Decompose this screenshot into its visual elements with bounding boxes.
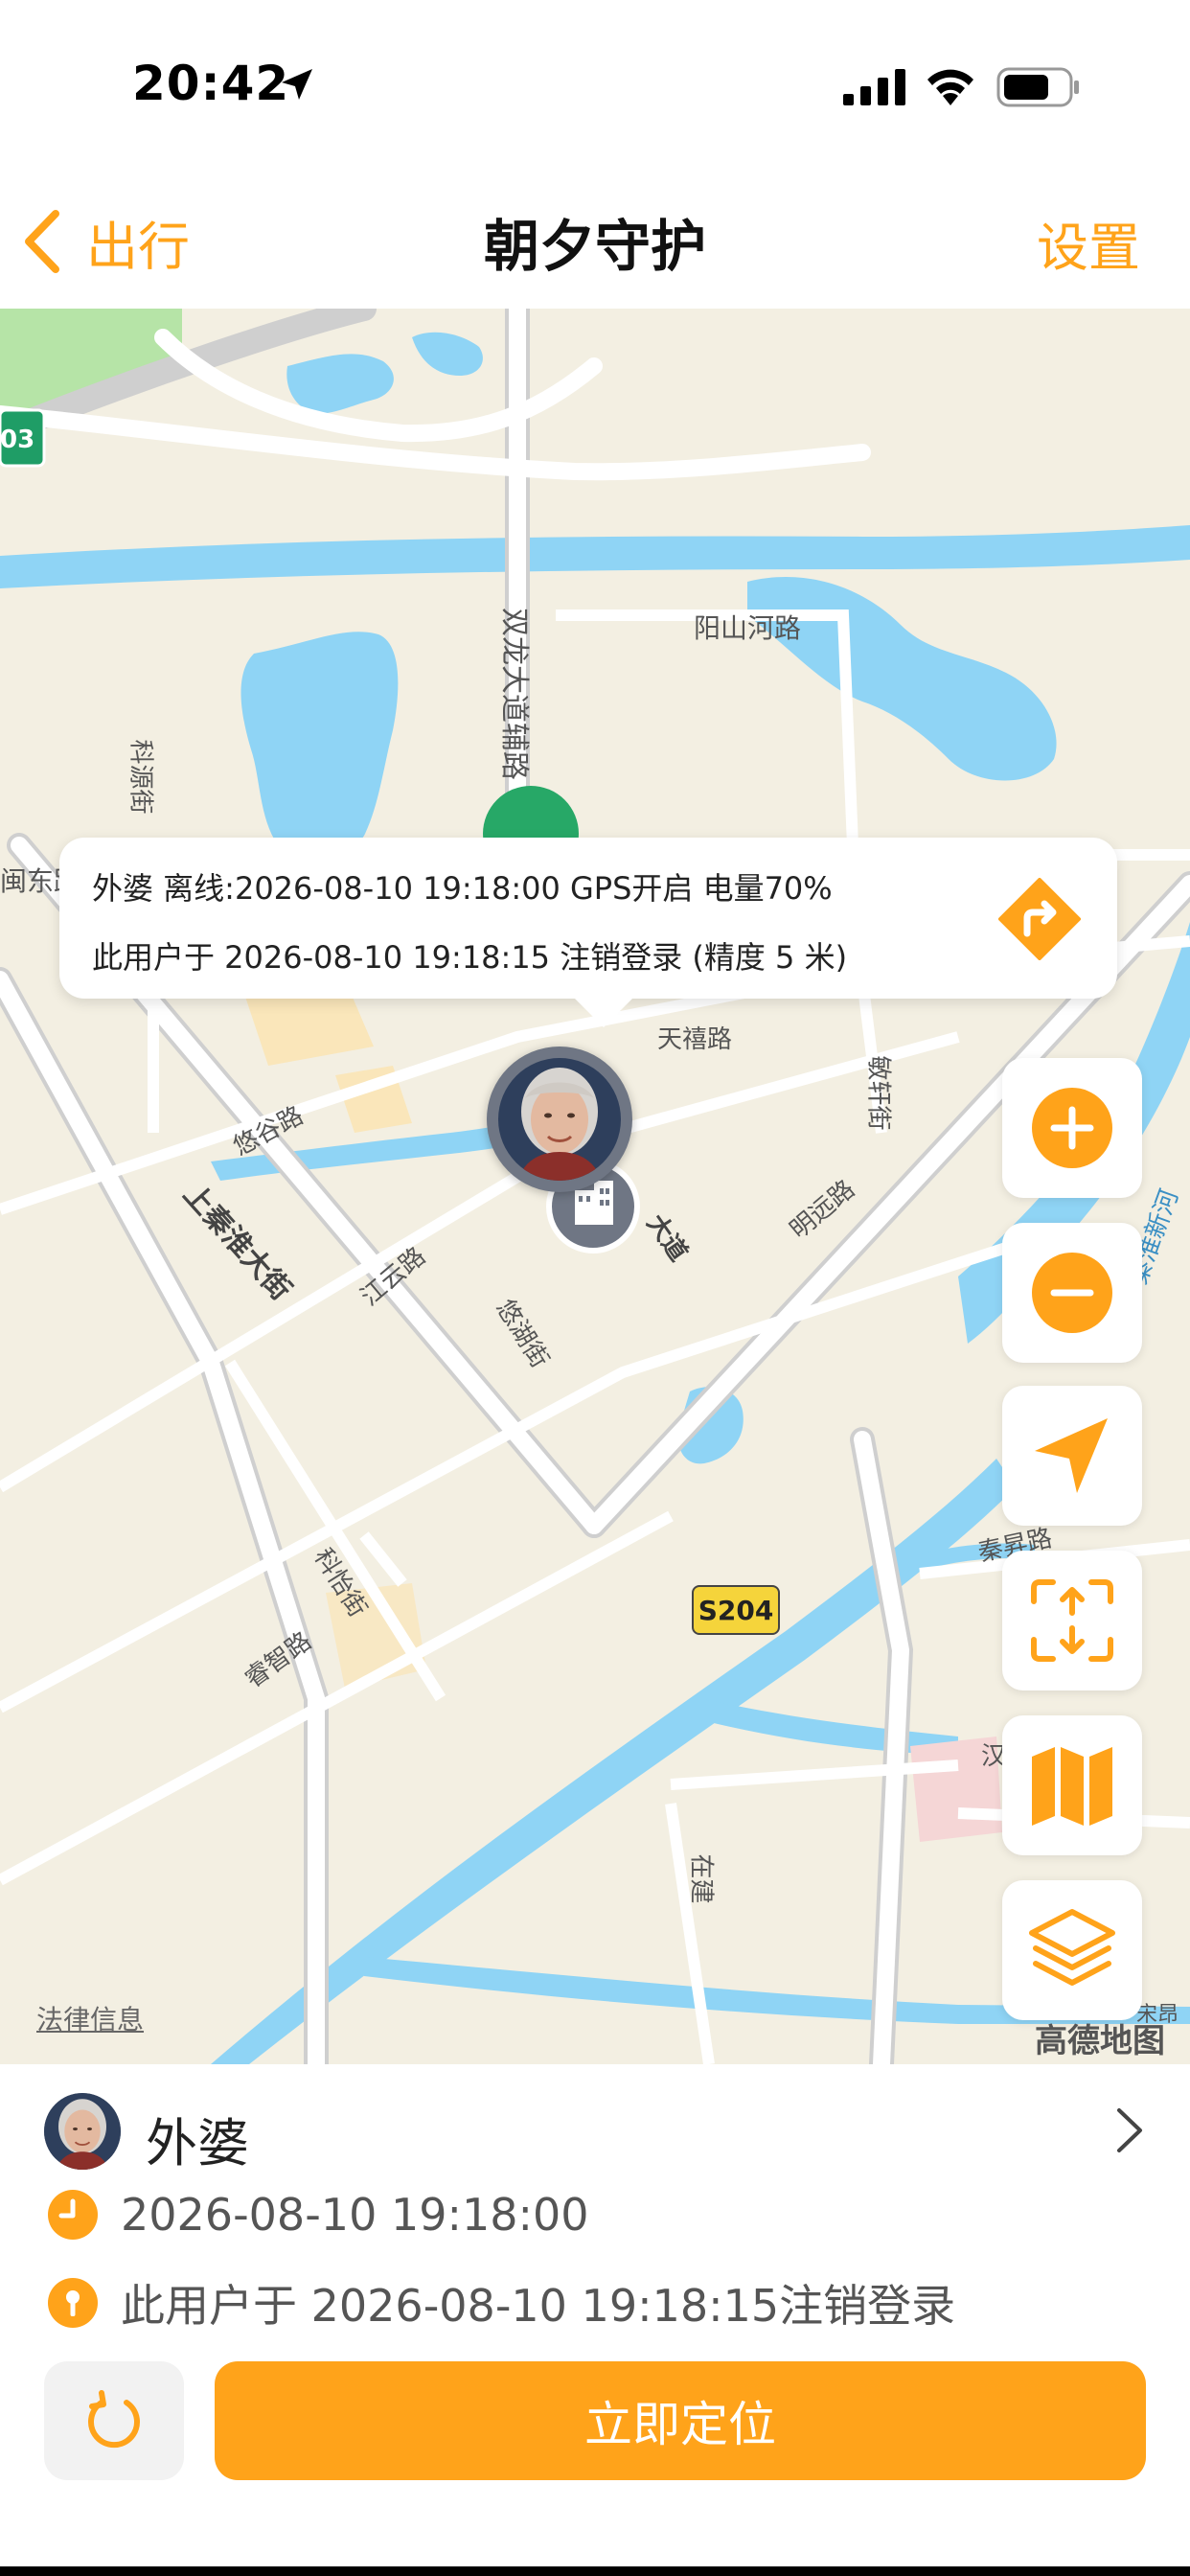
layers-icon	[1029, 1909, 1115, 1986]
wifi-icon	[927, 69, 973, 105]
app-screen: 20:42 出行 朝夕守护 设置 03 双龙大道辅路 阳山河路 科源街 闽东路 …	[0, 0, 1190, 2576]
chevron-right-icon[interactable]	[1115, 2106, 1144, 2154]
location-callout: 外婆 离线:2026-08-10 19:18:00 GPS开启 电量70% 此用…	[59, 838, 1117, 1027]
refresh-button[interactable]	[44, 2361, 184, 2480]
user-info-panel: 外婆 2026-08-10 19:18:00 此用户于 2026-08-10 1…	[0, 2064, 1190, 2576]
status-time: 20:42	[132, 56, 290, 111]
road-label-zaijian: 在建	[686, 1853, 716, 1904]
settings-button[interactable]: 设置	[1037, 205, 1140, 281]
road-label-yangshan: 阳山河路	[694, 612, 802, 644]
elderly-woman-portrait	[498, 1058, 621, 1181]
map-icon	[1032, 1747, 1112, 1826]
navigate-route-icon[interactable]	[998, 878, 1081, 960]
callout-detail: 此用户于 2026-08-10 19:18:15 注销登录 (精度 5 米)	[92, 939, 848, 976]
navigation-bar: 出行 朝夕守护 设置	[0, 172, 1190, 310]
map-mode-button[interactable]	[1002, 1715, 1142, 1855]
road-shield-s204: S204	[692, 1585, 780, 1635]
callout-status: 外婆 离线:2026-08-10 19:18:00 GPS开启 电量70%	[92, 870, 833, 907]
zoom-in-button[interactable]	[1002, 1058, 1142, 1198]
battery-icon	[996, 67, 1079, 107]
road-label-shuanglong: 双龙大道辅路	[497, 608, 531, 780]
fit-view-button[interactable]	[1002, 1551, 1142, 1690]
logout-status-row: 此用户于 2026-08-10 19:18:15注销登录	[48, 2271, 955, 2334]
map-provider-logo: 高德地图	[1035, 2022, 1165, 2060]
user-name: 外婆	[146, 2113, 249, 2174]
page-title: 朝夕守护	[483, 214, 706, 279]
cellular-signal-icon	[843, 69, 905, 105]
road-label-shield-03: 03	[0, 426, 35, 454]
avatar	[498, 1058, 621, 1181]
location-pin-icon	[48, 2278, 98, 2328]
locate-now-button[interactable]: 立即定位	[215, 2361, 1146, 2480]
refresh-icon	[88, 2390, 140, 2449]
location-arrow-icon	[282, 69, 312, 100]
zoom-out-button[interactable]	[1002, 1223, 1142, 1363]
road-label-kexi: 科源街	[126, 739, 155, 815]
last-seen-row: 2026-08-10 19:18:00	[48, 2189, 589, 2241]
logout-status-text: 此用户于 2026-08-10 19:18:15注销登录	[121, 2280, 956, 2332]
road-label-minxuan: 敏轩街	[863, 1055, 893, 1131]
last-seen-time: 2026-08-10 19:18:00	[121, 2189, 589, 2241]
layers-button[interactable]	[1002, 1880, 1142, 2020]
fit-bounds-icon	[1031, 1579, 1113, 1662]
map-view[interactable]: 03 双龙大道辅路 阳山河路 科源街 闽东路 天禧路 敏轩街 悠谷路 上秦淮大街…	[0, 309, 1190, 2064]
elderly-woman-portrait	[44, 2093, 121, 2170]
clock-icon	[48, 2190, 98, 2240]
legal-info-link[interactable]: 法律信息	[36, 1999, 144, 2037]
plus-circle-icon	[1032, 1088, 1112, 1168]
user-location-marker[interactable]	[487, 1046, 632, 1192]
minus-circle-icon	[1032, 1253, 1112, 1333]
bottom-border	[0, 2566, 1190, 2576]
road-label-tianxi: 天禧路	[657, 1025, 733, 1054]
locate-me-button[interactable]	[1002, 1386, 1142, 1526]
navigation-arrow-icon	[1035, 1418, 1108, 1493]
panel-avatar[interactable]	[44, 2093, 121, 2170]
status-bar: 20:42	[0, 0, 1190, 172]
